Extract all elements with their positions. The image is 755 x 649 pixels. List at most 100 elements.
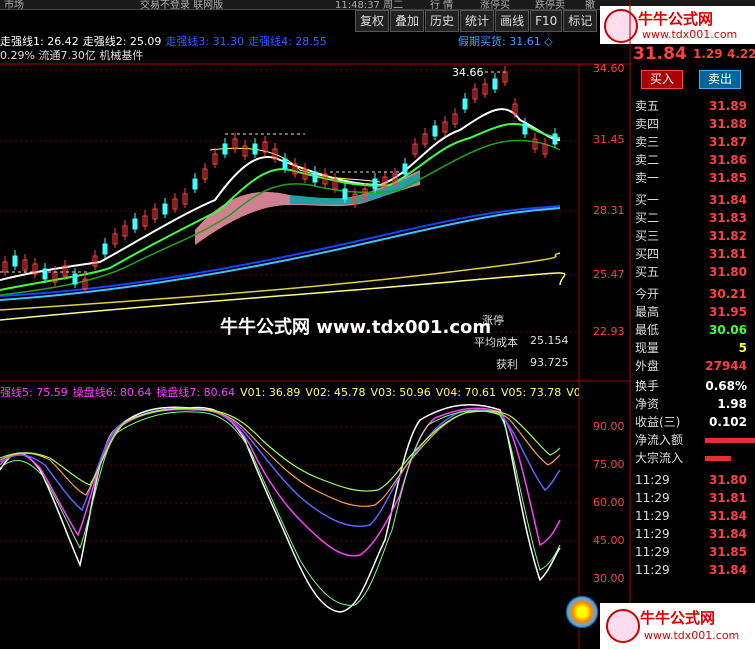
stat-value: 31.95 [709, 305, 747, 319]
tick-row: 11:29 31.85 [633, 544, 755, 560]
candles [2, 66, 558, 293]
stat-value: 30.06 [709, 323, 747, 337]
osc-line-green [0, 410, 561, 606]
flow-row: 净流入额 [633, 432, 755, 448]
osc-axis-label: 75.00 [593, 458, 625, 471]
ask-row[interactable]: 卖五 31.89 [633, 98, 755, 114]
tick-time: 11:29 [635, 509, 670, 523]
watermark-text: 牛牛公式网 www.tdx001.com [220, 317, 492, 338]
bid-price: 31.81 [709, 247, 747, 261]
ask-label: 卖三 [635, 135, 660, 149]
stat-row: 外盘 27944 [633, 358, 755, 374]
bid-row[interactable]: 买二 31.83 [633, 210, 755, 226]
tick-price: 31.84 [709, 563, 747, 577]
price-axis-label: 22.93 [593, 325, 625, 338]
tick-row: 11:29 31.84 [633, 508, 755, 524]
tick-price: 31.81 [709, 491, 747, 505]
avg-cost-value: 25.154 [530, 334, 569, 347]
tick-price: 31.85 [709, 545, 747, 559]
bid-price: 31.82 [709, 229, 747, 243]
site-logo-bottom: 牛牛公式网 www.tdx001.com [600, 603, 755, 649]
ask-row[interactable]: 卖一 31.85 [633, 170, 755, 186]
logo-name: 牛牛公式网 [640, 609, 716, 627]
ask-price: 31.87 [709, 135, 747, 149]
stat-label: 换手 [635, 379, 660, 393]
bid-row[interactable]: 买一 31.84 [633, 192, 755, 208]
price-axis-label: 31.45 [593, 133, 625, 146]
tick-price: 31.80 [709, 473, 747, 487]
stat-label: 收益(三) [635, 415, 681, 429]
buy-button[interactable]: 买入 [641, 70, 683, 89]
stat-label: 净资 [635, 397, 660, 411]
stat-row: 净资 1.98 [633, 396, 755, 412]
bid-label: 买五 [635, 265, 660, 279]
quote-panel: 31.84 1.29 4.22 买入 卖出 卖五 31.89 卖四 31.88 卖三 31… [631, 44, 755, 649]
flow-row: 大宗流入 [633, 450, 755, 466]
ask-label: 卖一 [635, 171, 660, 185]
oscillator-labels: 强线5: 75.59 操盘线6: 80.64 操盘线7: 80.64 V01: 36.… [0, 384, 579, 400]
stat-row: 现量 5 [633, 340, 755, 356]
flow-label: 净流入额 [635, 433, 684, 447]
stat-value: 0.102 [709, 415, 747, 429]
ask-label: 卖四 [635, 117, 660, 131]
osc-grid [0, 426, 579, 580]
price-axis-label: 28.31 [593, 204, 625, 217]
tick-time: 11:29 [635, 473, 670, 487]
stat-label: 最高 [635, 305, 660, 319]
bid-price: 31.83 [709, 211, 747, 225]
stat-row: 最高 31.95 [633, 304, 755, 320]
osc-axis-label: 30.00 [593, 572, 625, 585]
price-change-pct: 4.22 [727, 47, 755, 61]
stat-row: 收益(三) 0.102 [633, 414, 755, 430]
profit-value: 93.725 [530, 356, 569, 369]
stat-row: 最低 30.06 [633, 322, 755, 338]
oscillator-label-3: V01: 36.89 [240, 386, 301, 399]
osc-line-white [0, 404, 561, 613]
ask-price: 31.88 [709, 117, 747, 131]
stat-row: 换手 0.68% [633, 378, 755, 394]
tick-time: 11:29 [635, 527, 670, 541]
tick-row: 11:29 31.81 [633, 490, 755, 506]
bid-row[interactable]: 买五 31.80 [633, 264, 755, 280]
oscillator-label-7: V05: 73.78 [500, 386, 562, 399]
tick-time: 11:29 [635, 545, 670, 559]
tick-price: 31.84 [709, 509, 747, 523]
oscillator-label-4: V02: 45.78 [305, 386, 366, 399]
osc-axis-label: 60.00 [593, 496, 625, 509]
ask-row[interactable]: 卖三 31.87 [633, 134, 755, 150]
osc-axis-label: 45.00 [593, 534, 625, 547]
bid-label: 买二 [635, 211, 660, 225]
stat-value: 1.98 [717, 397, 747, 411]
bid-price: 31.84 [709, 193, 747, 207]
bid-price: 31.80 [709, 265, 747, 279]
bid-row[interactable]: 买四 31.81 [633, 246, 755, 262]
stat-label: 外盘 [635, 359, 660, 373]
logo-name: 牛牛公式网 [638, 10, 714, 28]
oscillator-label-1: 操盘线6: 80.64 [72, 386, 152, 399]
ask-row[interactable]: 卖二 31.86 [633, 152, 755, 168]
ask-price: 31.86 [709, 153, 747, 167]
price-axis-label: 25.47 [593, 268, 625, 281]
stat-value: 27944 [705, 359, 747, 373]
last-price: 31.84 [633, 44, 687, 64]
cow-logo-icon [606, 609, 640, 643]
flow-bar [705, 438, 755, 443]
stat-label: 现量 [635, 341, 660, 355]
bid-label: 买一 [635, 193, 660, 207]
bid-label: 买三 [635, 229, 660, 243]
tick-time: 11:29 [635, 491, 670, 505]
sell-button[interactable]: 卖出 [699, 70, 741, 89]
tick-row: 11:29 31.84 [633, 562, 755, 578]
oscillator-label-2: 操盘线7: 80.64 [156, 386, 236, 399]
osc-line-orange [0, 407, 561, 507]
logo-url: www.tdx001.com [644, 629, 740, 642]
tick-time: 11:29 [635, 563, 670, 577]
bid-row[interactable]: 买三 31.82 [633, 228, 755, 244]
bid-label: 买四 [635, 247, 660, 261]
ask-row[interactable]: 卖四 31.88 [633, 116, 755, 132]
oscillator-label-5: V03: 50.96 [370, 386, 431, 399]
tick-row: 11:29 31.80 [633, 472, 755, 488]
oscillator-label-6: V04: 70.61 [435, 386, 496, 399]
ask-price: 31.85 [709, 171, 747, 185]
ask-price: 31.89 [709, 99, 747, 113]
